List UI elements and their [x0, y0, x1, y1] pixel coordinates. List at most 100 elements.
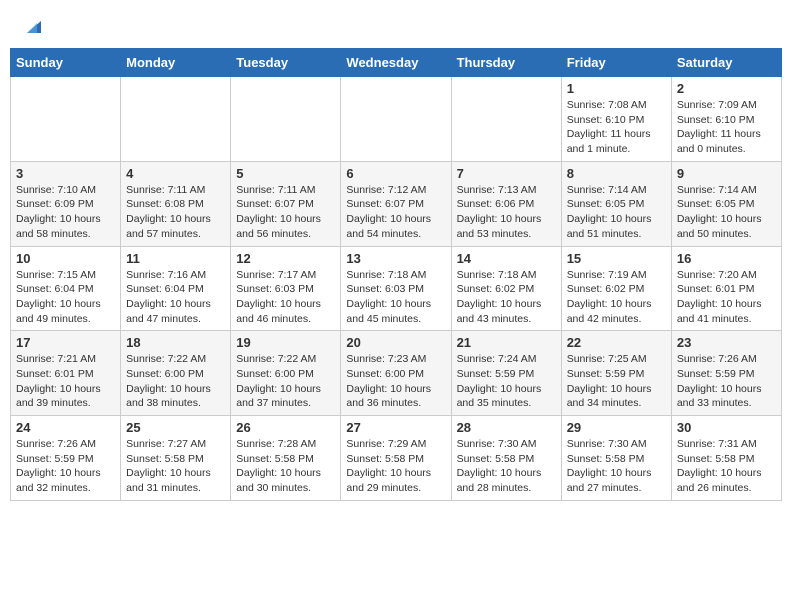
day-number: 28 [457, 420, 556, 435]
day-number: 2 [677, 81, 776, 96]
calendar-cell: 24 Sunrise: 7:26 AMSunset: 5:59 PMDayligh… [11, 416, 121, 501]
calendar-cell: 25 Sunrise: 7:27 AMSunset: 5:58 PMDayligh… [121, 416, 231, 501]
weekday-tuesday: Tuesday [231, 49, 341, 77]
calendar-cell: 3Sunrise: 7:10 AMSunset: 6:09 PMDaylight… [11, 161, 121, 246]
day-info: Sunrise: 7:19 AMSunset: 6:02 PMDaylight:… [567, 268, 666, 327]
day-info: Sunrise: 7:14 AMSunset: 6:05 PMDaylight:… [567, 183, 666, 242]
calendar-cell: 13Sunrise: 7:18 AMSunset: 6:03 PMDayligh… [341, 246, 451, 331]
day-number: 23 [677, 335, 776, 350]
calendar-cell: 12Sunrise: 7:17 AMSunset: 6:03 PMDayligh… [231, 246, 341, 331]
day-number: 7 [457, 166, 556, 181]
calendar-cell: 28 Sunrise: 7:30 AMSunset: 5:58 PMDayligh… [451, 416, 561, 501]
logo-icon [23, 15, 45, 37]
calendar-cell: 21Sunrise: 7:24 AMSunset: 5:59 PMDayligh… [451, 331, 561, 416]
calendar-week-1: 1 Sunrise: 7:08 AMSunset: 6:10 PMDaylight… [11, 77, 782, 162]
day-info: Sunrise: 7:20 AMSunset: 6:01 PMDaylight:… [677, 268, 776, 327]
day-number: 4 [126, 166, 225, 181]
calendar-cell: 16 Sunrise: 7:20 AMSunset: 6:01 PMDayligh… [671, 246, 781, 331]
calendar-cell: 26Sunrise: 7:28 AMSunset: 5:58 PMDayligh… [231, 416, 341, 501]
day-info: Sunrise: 7:18 AMSunset: 6:02 PMDaylight:… [457, 268, 556, 327]
calendar-cell: 5 Sunrise: 7:11 AMSunset: 6:07 PMDaylight… [231, 161, 341, 246]
calendar-week-3: 10 Sunrise: 7:15 AMSunset: 6:04 PMDayligh… [11, 246, 782, 331]
day-number: 19 [236, 335, 335, 350]
calendar-cell: 9 Sunrise: 7:14 AMSunset: 6:05 PMDaylight… [671, 161, 781, 246]
calendar-cell [231, 77, 341, 162]
day-number: 14 [457, 251, 556, 266]
weekday-monday: Monday [121, 49, 231, 77]
day-info: Sunrise: 7:27 AMSunset: 5:58 PMDaylight:… [126, 437, 225, 496]
calendar-week-4: 17 Sunrise: 7:21 AMSunset: 6:01 PMDayligh… [11, 331, 782, 416]
day-number: 10 [16, 251, 115, 266]
day-number: 6 [346, 166, 445, 181]
day-info: Sunrise: 7:13 AMSunset: 6:06 PMDaylight:… [457, 183, 556, 242]
day-number: 17 [16, 335, 115, 350]
calendar-cell: 27 Sunrise: 7:29 AMSunset: 5:58 PMDayligh… [341, 416, 451, 501]
page-header [10, 10, 782, 38]
day-number: 27 [346, 420, 445, 435]
calendar-cell [341, 77, 451, 162]
calendar-cell: 23 Sunrise: 7:26 AMSunset: 5:59 PMDayligh… [671, 331, 781, 416]
day-info: Sunrise: 7:26 AMSunset: 5:59 PMDaylight:… [677, 352, 776, 411]
calendar-cell: 18 Sunrise: 7:22 AMSunset: 6:00 PMDayligh… [121, 331, 231, 416]
weekday-sunday: Sunday [11, 49, 121, 77]
day-info: Sunrise: 7:26 AMSunset: 5:59 PMDaylight:… [16, 437, 115, 496]
calendar-cell: 7 Sunrise: 7:13 AMSunset: 6:06 PMDaylight… [451, 161, 561, 246]
weekday-wednesday: Wednesday [341, 49, 451, 77]
day-info: Sunrise: 7:12 AMSunset: 6:07 PMDaylight:… [346, 183, 445, 242]
calendar-cell: 30 Sunrise: 7:31 AMSunset: 5:58 PMDayligh… [671, 416, 781, 501]
day-info: Sunrise: 7:29 AMSunset: 5:58 PMDaylight:… [346, 437, 445, 496]
day-number: 15 [567, 251, 666, 266]
day-number: 1 [567, 81, 666, 96]
logo [20, 15, 45, 33]
day-info: Sunrise: 7:17 AMSunset: 6:03 PMDaylight:… [236, 268, 335, 327]
day-info: Sunrise: 7:30 AMSunset: 5:58 PMDaylight:… [567, 437, 666, 496]
day-number: 18 [126, 335, 225, 350]
calendar-body: 1 Sunrise: 7:08 AMSunset: 6:10 PMDaylight… [11, 77, 782, 501]
day-number: 24 [16, 420, 115, 435]
calendar-cell: 29 Sunrise: 7:30 AMSunset: 5:58 PMDayligh… [561, 416, 671, 501]
calendar-cell: 2 Sunrise: 7:09 AMSunset: 6:10 PMDaylight… [671, 77, 781, 162]
calendar-table: SundayMondayTuesdayWednesdayThursdayFrid… [10, 48, 782, 501]
weekday-header-row: SundayMondayTuesdayWednesdayThursdayFrid… [11, 49, 782, 77]
day-number: 5 [236, 166, 335, 181]
day-number: 8 [567, 166, 666, 181]
calendar-cell: 8 Sunrise: 7:14 AMSunset: 6:05 PMDaylight… [561, 161, 671, 246]
day-info: Sunrise: 7:16 AMSunset: 6:04 PMDaylight:… [126, 268, 225, 327]
calendar-cell: 19 Sunrise: 7:22 AMSunset: 6:00 PMDayligh… [231, 331, 341, 416]
calendar-week-2: 3Sunrise: 7:10 AMSunset: 6:09 PMDaylight… [11, 161, 782, 246]
day-info: Sunrise: 7:23 AMSunset: 6:00 PMDaylight:… [346, 352, 445, 411]
day-info: Sunrise: 7:11 AMSunset: 6:08 PMDaylight:… [126, 183, 225, 242]
day-info: Sunrise: 7:11 AMSunset: 6:07 PMDaylight:… [236, 183, 335, 242]
day-number: 25 [126, 420, 225, 435]
day-info: Sunrise: 7:22 AMSunset: 6:00 PMDaylight:… [126, 352, 225, 411]
day-info: Sunrise: 7:09 AMSunset: 6:10 PMDaylight:… [677, 98, 776, 157]
day-info: Sunrise: 7:14 AMSunset: 6:05 PMDaylight:… [677, 183, 776, 242]
day-number: 22 [567, 335, 666, 350]
calendar-cell [121, 77, 231, 162]
day-number: 30 [677, 420, 776, 435]
day-number: 29 [567, 420, 666, 435]
day-info: Sunrise: 7:30 AMSunset: 5:58 PMDaylight:… [457, 437, 556, 496]
day-info: Sunrise: 7:25 AMSunset: 5:59 PMDaylight:… [567, 352, 666, 411]
day-number: 11 [126, 251, 225, 266]
weekday-thursday: Thursday [451, 49, 561, 77]
day-info: Sunrise: 7:08 AMSunset: 6:10 PMDaylight:… [567, 98, 666, 157]
weekday-saturday: Saturday [671, 49, 781, 77]
calendar-cell [11, 77, 121, 162]
calendar-cell: 6 Sunrise: 7:12 AMSunset: 6:07 PMDaylight… [341, 161, 451, 246]
day-info: Sunrise: 7:22 AMSunset: 6:00 PMDaylight:… [236, 352, 335, 411]
day-number: 21 [457, 335, 556, 350]
calendar-week-5: 24 Sunrise: 7:26 AMSunset: 5:59 PMDayligh… [11, 416, 782, 501]
day-info: Sunrise: 7:21 AMSunset: 6:01 PMDaylight:… [16, 352, 115, 411]
day-info: Sunrise: 7:10 AMSunset: 6:09 PMDaylight:… [16, 183, 115, 242]
day-number: 16 [677, 251, 776, 266]
calendar-cell: 22 Sunrise: 7:25 AMSunset: 5:59 PMDayligh… [561, 331, 671, 416]
calendar-cell: 14 Sunrise: 7:18 AMSunset: 6:02 PMDayligh… [451, 246, 561, 331]
day-number: 9 [677, 166, 776, 181]
calendar-cell: 20 Sunrise: 7:23 AMSunset: 6:00 PMDayligh… [341, 331, 451, 416]
day-info: Sunrise: 7:31 AMSunset: 5:58 PMDaylight:… [677, 437, 776, 496]
day-number: 26 [236, 420, 335, 435]
calendar-cell: 17 Sunrise: 7:21 AMSunset: 6:01 PMDayligh… [11, 331, 121, 416]
day-info: Sunrise: 7:15 AMSunset: 6:04 PMDaylight:… [16, 268, 115, 327]
day-number: 20 [346, 335, 445, 350]
